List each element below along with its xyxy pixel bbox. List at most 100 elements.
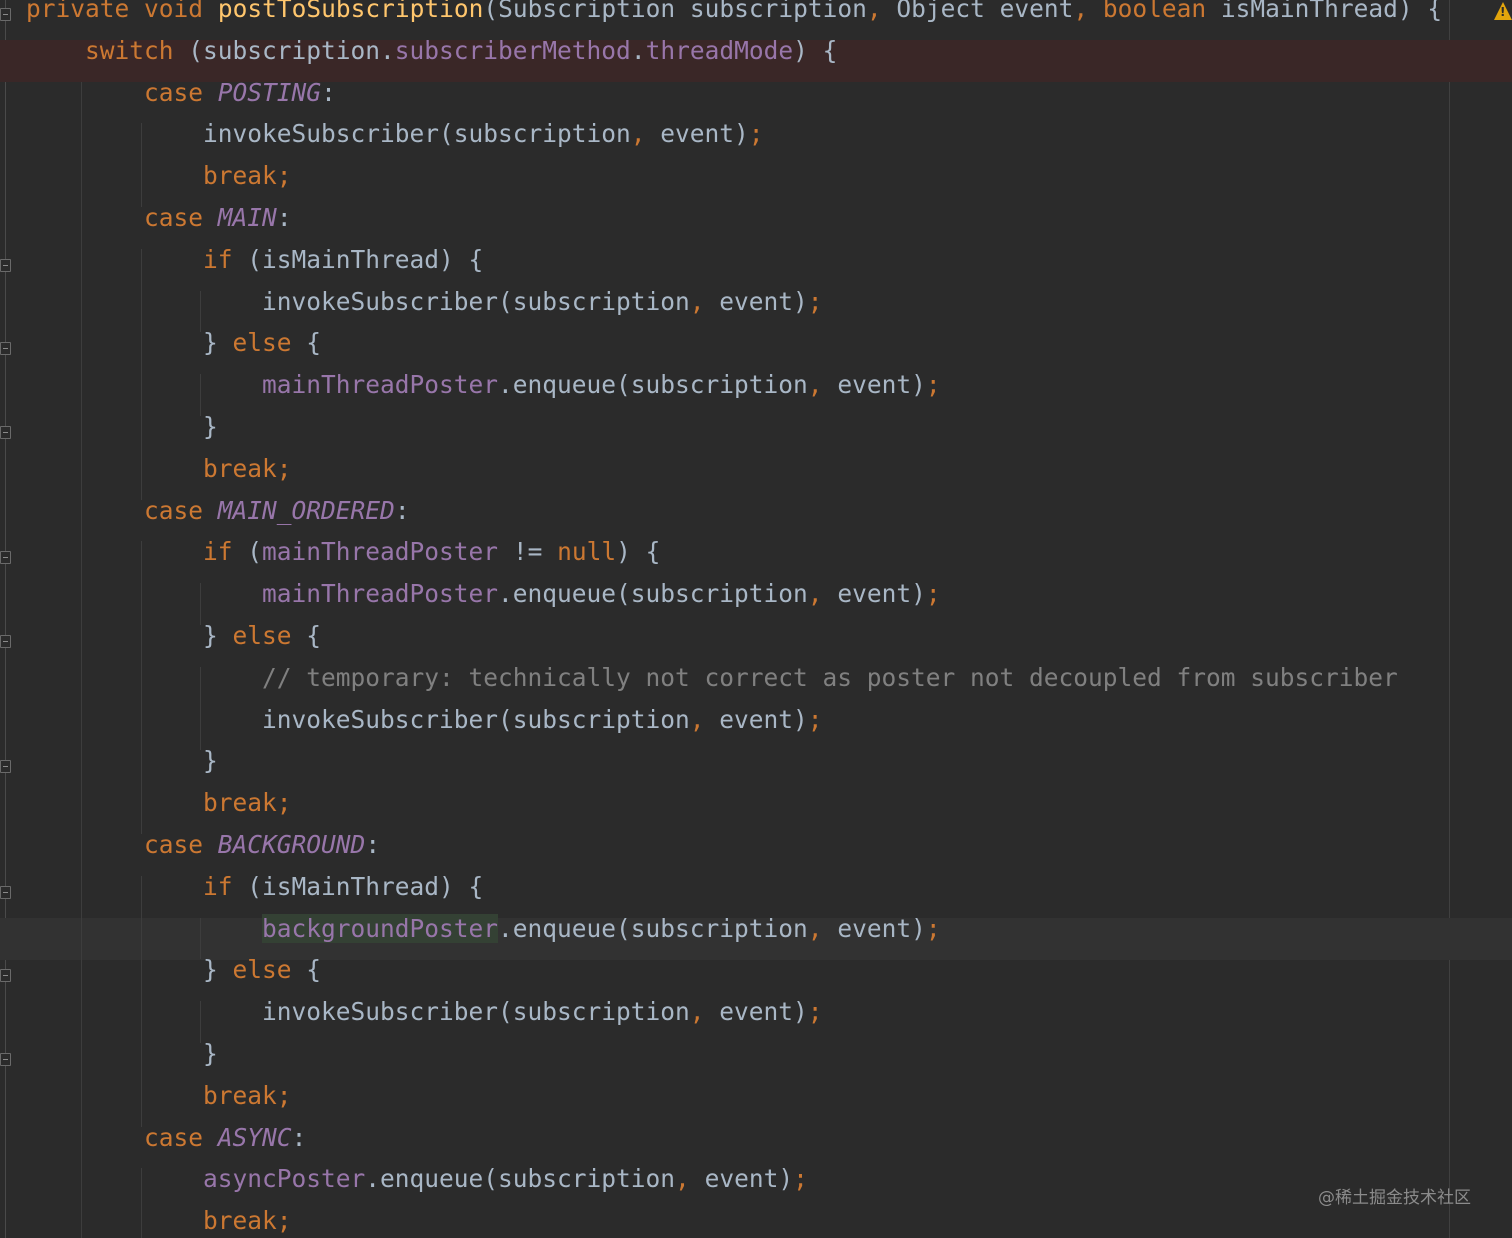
code-token: asyncPoster: [203, 1164, 366, 1194]
warning-triangle-icon[interactable]: !: [1494, 2, 1512, 20]
code-line[interactable]: break;: [0, 1206, 1512, 1238]
code-token: ;: [925, 370, 941, 400]
code-line[interactable]: break;: [0, 161, 1512, 207]
code-text: invokeSubscriber(subscription, event);: [26, 119, 764, 149]
code-token: break;: [203, 1080, 292, 1110]
code-line[interactable]: if (isMainThread) {: [0, 872, 1512, 918]
code-line[interactable]: invokeSubscriber(subscription, event);: [0, 119, 1512, 166]
code-line[interactable]: } else {: [0, 328, 1512, 375]
code-line[interactable]: break;: [0, 454, 1512, 500]
code-token: ,: [807, 370, 823, 400]
code-editor[interactable]: private void postToSubscription(Subscrip…: [0, 0, 1512, 1238]
code-token: invokeSubscriber(subscription: [26, 119, 631, 149]
code-line[interactable]: invokeSubscriber(subscription, event);: [0, 997, 1512, 1043]
code-area[interactable]: private void postToSubscription(Subscrip…: [0, 0, 1512, 1238]
code-token: (isMainThread) {: [232, 871, 484, 901]
code-line[interactable]: mainThreadPoster.enqueue(subscription, e…: [0, 579, 1512, 625]
code-line[interactable]: }: [0, 746, 1512, 793]
code-line[interactable]: invokeSubscriber(subscription, event);: [0, 705, 1512, 751]
code-line[interactable]: // temporary: technically not correct as…: [0, 663, 1512, 709]
code-token: ;: [925, 579, 941, 609]
code-token: case: [144, 830, 204, 859]
code-line[interactable]: } else {: [0, 955, 1512, 1002]
code-text: if (mainThreadPoster != null) {: [26, 537, 660, 567]
code-token: ,: [675, 1164, 690, 1194]
code-token: switch: [85, 35, 174, 65]
code-text: break;: [26, 788, 292, 818]
code-line[interactable]: backgroundPoster.enqueue(subscription, e…: [0, 913, 1512, 960]
code-line[interactable]: break;: [0, 788, 1512, 834]
code-text: }: [26, 746, 218, 776]
code-line[interactable]: }: [0, 412, 1512, 458]
code-line[interactable]: asyncPoster.enqueue(subscription, event)…: [0, 1164, 1512, 1211]
code-line[interactable]: case MAIN_ORDERED:: [0, 496, 1512, 542]
code-line[interactable]: switch (subscription.subscriberMethod.th…: [0, 36, 1512, 82]
code-text: invokeSubscriber(subscription, event);: [26, 705, 823, 735]
code-token: .enqueue(subscription: [365, 1164, 676, 1194]
warning-glyph: !: [1500, 5, 1506, 19]
code-token: break;: [203, 453, 292, 483]
code-token: ,: [807, 579, 823, 609]
code-line[interactable]: private void postToSubscription(Subscrip…: [0, 0, 1512, 40]
watermark: @稀土掘金技术社区: [1318, 1188, 1471, 1208]
code-text: }: [26, 1039, 218, 1069]
code-line[interactable]: case BACKGROUND:: [0, 830, 1512, 876]
code-token: invokeSubscriber(subscription: [26, 997, 690, 1027]
code-token: BACKGROUND: [217, 830, 366, 859]
code-token: break;: [203, 788, 292, 818]
code-token: :: [276, 203, 292, 232]
code-line[interactable]: break;: [0, 1081, 1512, 1127]
code-token: ;: [748, 119, 764, 149]
code-text: case BACKGROUND:: [26, 830, 380, 860]
code-token: MAIN: [217, 203, 277, 232]
code-token: // temporary: technically not correct as…: [262, 662, 1398, 692]
code-line[interactable]: }: [0, 1039, 1512, 1085]
code-token: }: [26, 328, 233, 358]
code-token: }: [26, 412, 218, 441]
code-line[interactable]: if (mainThreadPoster != null) {: [0, 537, 1512, 584]
code-token: ) {: [616, 537, 661, 567]
code-token: :: [365, 830, 381, 859]
code-token: }: [26, 955, 233, 985]
code-token: ;: [807, 286, 823, 316]
code-token: :: [321, 77, 336, 107]
code-line[interactable]: invokeSubscriber(subscription, event);: [0, 287, 1512, 333]
code-token: invokeSubscriber(subscription: [26, 286, 690, 316]
code-token: ;: [793, 1164, 808, 1194]
code-line[interactable]: } else {: [0, 621, 1512, 667]
code-text: case MAIN:: [26, 203, 292, 233]
code-token: case: [144, 495, 204, 525]
code-line[interactable]: case MAIN:: [0, 203, 1512, 249]
code-token: ,: [689, 997, 705, 1027]
code-token: MAIN_ORDERED: [217, 495, 395, 525]
code-text: } else {: [26, 621, 321, 651]
code-line[interactable]: if (isMainThread) {: [0, 245, 1512, 291]
code-token: {: [291, 955, 322, 985]
code-token: (Subscription subscription: [483, 0, 867, 23]
code-token: (: [232, 537, 263, 567]
code-line[interactable]: case POSTING:: [0, 78, 1512, 124]
code-token: event): [704, 997, 808, 1027]
code-token: ,: [689, 286, 705, 316]
code-line[interactable]: mainThreadPoster.enqueue(subscription, e…: [0, 370, 1512, 416]
code-token: if: [203, 537, 233, 567]
code-token: ) {: [793, 35, 838, 65]
code-token: Object event: [881, 0, 1074, 23]
code-token: }: [26, 621, 233, 650]
code-token: event): [689, 1164, 794, 1194]
code-token: .: [630, 35, 646, 65]
code-token: .enqueue(subscription: [498, 913, 808, 943]
code-text: switch (subscription.subscriberMethod.th…: [26, 36, 837, 66]
code-line[interactable]: case ASYNC:: [0, 1123, 1512, 1169]
